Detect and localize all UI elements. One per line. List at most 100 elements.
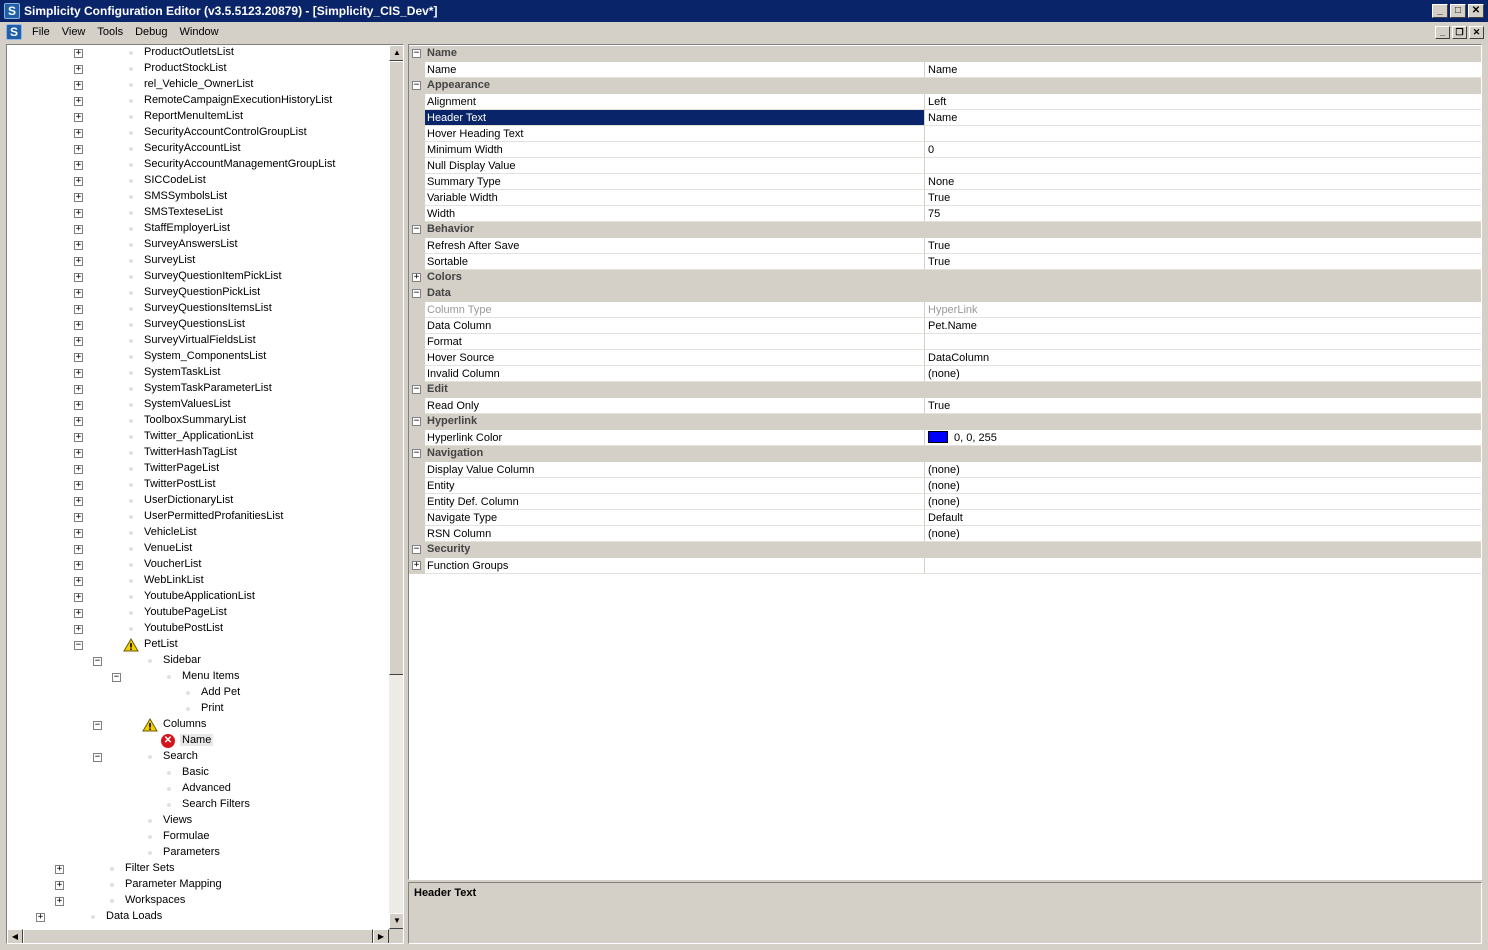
- expand-icon[interactable]: +: [74, 545, 83, 554]
- menu-file[interactable]: File: [26, 26, 56, 38]
- expand-icon[interactable]: +: [74, 433, 83, 442]
- tree-item[interactable]: + Twitter_ApplicationList: [7, 429, 389, 445]
- expand-icon[interactable]: +: [74, 577, 83, 586]
- expand-icon[interactable]: +: [36, 913, 45, 922]
- tree-item[interactable]: − Columns: [7, 717, 389, 733]
- scroll-up-icon[interactable]: ▲: [389, 45, 403, 61]
- tree-item[interactable]: + UserDictionaryList: [7, 493, 389, 509]
- expand-icon[interactable]: +: [74, 97, 83, 106]
- property-value[interactable]: True: [925, 238, 1481, 254]
- collapse-icon[interactable]: −: [412, 545, 421, 554]
- property-category[interactable]: − Behavior: [409, 222, 1481, 238]
- tree-item[interactable]: + UserPermittedProfanitiesList: [7, 509, 389, 525]
- property-category[interactable]: − Hyperlink: [409, 414, 1481, 430]
- expand-icon[interactable]: +: [74, 65, 83, 74]
- tree-item-label[interactable]: ProductStockList: [144, 62, 227, 74]
- property-row[interactable]: Hyperlink Color 0, 0, 255: [409, 430, 1481, 446]
- collapse-icon[interactable]: −: [93, 753, 102, 762]
- tree-item-label[interactable]: Filter Sets: [125, 862, 175, 874]
- tree-item[interactable]: Parameters: [7, 845, 389, 861]
- tree-item-label[interactable]: SMSSymbolsList: [144, 190, 227, 202]
- tree-item-label[interactable]: TwitterPostList: [144, 478, 216, 490]
- tree-item[interactable]: + VenueList: [7, 541, 389, 557]
- tree-item-label[interactable]: Sidebar: [163, 654, 201, 666]
- tree-item-label[interactable]: SecurityAccountControlGroupList: [144, 126, 307, 138]
- property-row[interactable]: Hover Source DataColumn: [409, 350, 1481, 366]
- expand-icon[interactable]: +: [74, 193, 83, 202]
- mdi-logo-icon[interactable]: S: [6, 24, 22, 40]
- tree-item-label[interactable]: TwitterHashTagList: [144, 446, 237, 458]
- collapse-icon[interactable]: −: [412, 417, 421, 426]
- expand-icon[interactable]: +: [74, 593, 83, 602]
- tree-item-label[interactable]: System_ComponentsList: [144, 350, 266, 362]
- property-value[interactable]: Pet.Name: [925, 318, 1481, 334]
- property-value[interactable]: (none): [925, 526, 1481, 542]
- tree-item-label[interactable]: SurveyList: [144, 254, 195, 266]
- collapse-icon[interactable]: −: [412, 289, 421, 298]
- expand-icon[interactable]: +: [74, 609, 83, 618]
- property-row[interactable]: Summary Type None: [409, 174, 1481, 190]
- tree-item-label[interactable]: SystemValuesList: [144, 398, 231, 410]
- tree-item-label[interactable]: YoutubeApplicationList: [144, 590, 255, 602]
- tree-item[interactable]: + SurveyAnswersList: [7, 237, 389, 253]
- tree-item-label[interactable]: VehicleList: [144, 526, 197, 538]
- tree-item[interactable]: + TwitterPageList: [7, 461, 389, 477]
- tree-item-label[interactable]: SurveyAnswersList: [144, 238, 238, 250]
- property-row[interactable]: RSN Column (none): [409, 526, 1481, 542]
- tree-item[interactable]: + Parameter Mapping: [7, 877, 389, 893]
- property-name[interactable]: RSN Column: [425, 526, 925, 542]
- tree-item[interactable]: + SurveyQuestionsItemsList: [7, 301, 389, 317]
- expand-icon[interactable]: +: [74, 625, 83, 634]
- tree-item-label[interactable]: Views: [163, 814, 192, 826]
- property-row[interactable]: Width 75: [409, 206, 1481, 222]
- property-name[interactable]: Column Type: [425, 302, 925, 318]
- tree-item[interactable]: + StaffEmployerList: [7, 221, 389, 237]
- tree-item[interactable]: Basic: [7, 765, 389, 781]
- maximize-icon[interactable]: □: [1450, 4, 1466, 18]
- tree-item[interactable]: + SecurityAccountManagementGroupList: [7, 157, 389, 173]
- property-category[interactable]: − Name: [409, 46, 1481, 62]
- tree-item[interactable]: + SurveyQuestionsList: [7, 317, 389, 333]
- property-name[interactable]: Invalid Column: [425, 366, 925, 382]
- tree-item-label[interactable]: Add Pet: [201, 686, 240, 698]
- scroll-left-icon[interactable]: ◀: [7, 929, 23, 943]
- property-row[interactable]: Minimum Width 0: [409, 142, 1481, 158]
- collapse-icon[interactable]: −: [93, 657, 102, 666]
- property-row[interactable]: Refresh After Save True: [409, 238, 1481, 254]
- tree-item[interactable]: + SurveyVirtualFieldsList: [7, 333, 389, 349]
- tree-item[interactable]: + SurveyList: [7, 253, 389, 269]
- property-value[interactable]: [925, 334, 1481, 350]
- property-value[interactable]: [925, 158, 1481, 174]
- property-category[interactable]: + Colors: [409, 270, 1481, 286]
- property-value[interactable]: 0: [925, 142, 1481, 158]
- tree-item[interactable]: − Menu Items: [7, 669, 389, 685]
- mdi-minimize-icon[interactable]: _: [1435, 25, 1450, 39]
- tree-item-label[interactable]: SMSTexteseList: [144, 206, 223, 218]
- tree-item-label[interactable]: TwitterPageList: [144, 462, 219, 474]
- collapse-icon[interactable]: −: [412, 449, 421, 458]
- expand-icon[interactable]: +: [74, 385, 83, 394]
- property-value[interactable]: Name: [925, 62, 1481, 78]
- property-name[interactable]: Minimum Width: [425, 142, 925, 158]
- tree-item[interactable]: + SMSSymbolsList: [7, 189, 389, 205]
- tree-item[interactable]: + TwitterHashTagList: [7, 445, 389, 461]
- property-value[interactable]: Name: [925, 110, 1481, 126]
- property-name[interactable]: Name: [425, 62, 925, 78]
- property-value[interactable]: DataColumn: [925, 350, 1481, 366]
- collapse-icon[interactable]: −: [74, 641, 83, 650]
- property-name[interactable]: Header Text: [425, 110, 925, 126]
- tree-item-label[interactable]: SurveyQuestionPickList: [144, 286, 260, 298]
- tree-item[interactable]: + YoutubePostList: [7, 621, 389, 637]
- property-name[interactable]: Hover Source: [425, 350, 925, 366]
- expand-icon[interactable]: +: [74, 241, 83, 250]
- property-row[interactable]: + Function Groups: [409, 558, 1481, 574]
- property-value[interactable]: True: [925, 254, 1481, 270]
- collapse-icon[interactable]: −: [412, 49, 421, 58]
- expand-icon[interactable]: +: [55, 881, 64, 890]
- expand-icon[interactable]: +: [412, 561, 421, 570]
- tree-item[interactable]: Advanced: [7, 781, 389, 797]
- tree-item-label[interactable]: RemoteCampaignExecutionHistoryList: [144, 94, 332, 106]
- collapse-icon[interactable]: −: [93, 721, 102, 730]
- property-category[interactable]: − Security: [409, 542, 1481, 558]
- property-row[interactable]: Sortable True: [409, 254, 1481, 270]
